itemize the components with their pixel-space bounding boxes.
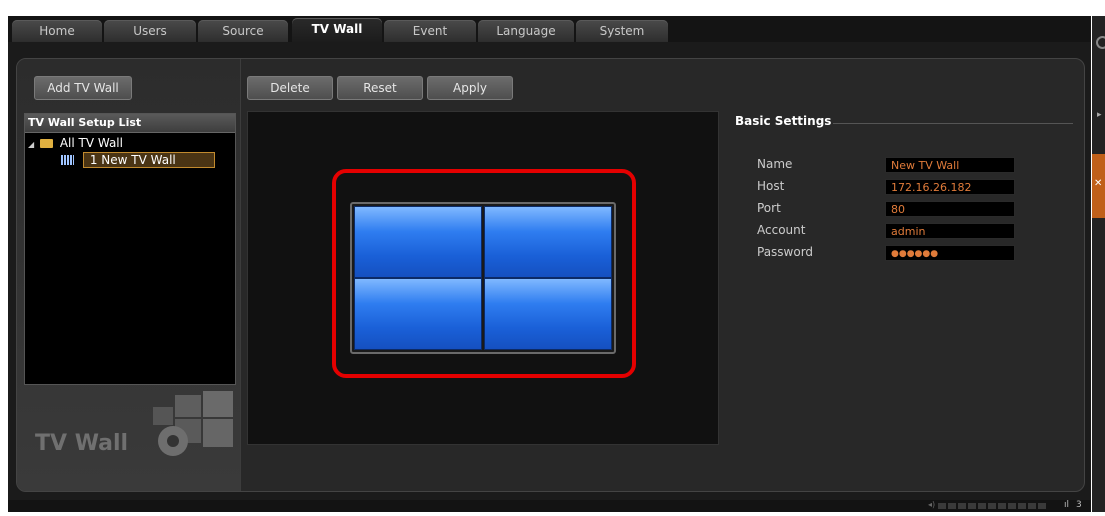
volume-icon: ◂)	[928, 500, 936, 509]
name-field[interactable]: New TV Wall	[885, 157, 1015, 173]
divider	[833, 123, 1073, 124]
tab-system[interactable]: System	[576, 20, 668, 42]
tv-wall-tree: TV Wall Setup List ◢ All TV Wall 1 New T…	[24, 113, 236, 385]
tree-item-label: 1 New TV Wall	[82, 152, 215, 168]
folder-icon	[39, 139, 53, 148]
tv-wall-logo: TV Wall	[35, 389, 235, 469]
level-meter	[938, 503, 1048, 509]
tree-header: TV Wall Setup List	[25, 114, 235, 133]
port-field[interactable]: 80	[885, 201, 1015, 217]
side-strip: ▸ ✕	[1092, 16, 1105, 512]
tab-home[interactable]: Home	[12, 20, 102, 42]
tools-tab[interactable]: ✕	[1092, 154, 1105, 218]
tab-source[interactable]: Source	[198, 20, 288, 42]
chevron-right-icon[interactable]: ▸	[1097, 110, 1102, 120]
tab-language[interactable]: Language	[478, 20, 574, 42]
left-column: Add TV Wall TV Wall Setup List ◢ All TV …	[17, 59, 241, 491]
tree-root-all-tv-wall[interactable]: ◢ All TV Wall	[28, 135, 123, 151]
windows-gear-logo-icon	[153, 391, 233, 456]
grid-icon	[61, 155, 74, 165]
signal-icon: ıl	[1064, 500, 1070, 510]
port-label: Port	[757, 201, 781, 215]
status-bar: ◂) ıl 3	[8, 500, 1091, 512]
delete-button[interactable]: Delete	[247, 76, 333, 100]
name-label: Name	[757, 157, 793, 171]
eye-icon[interactable]	[1096, 36, 1105, 49]
tv-wall-preview	[247, 111, 719, 445]
highlight-box	[332, 169, 636, 378]
host-field[interactable]: 172.16.26.182	[885, 179, 1015, 195]
wrench-icon: ✕	[1094, 178, 1103, 189]
tab-users[interactable]: Users	[104, 20, 196, 42]
host-label: Host	[757, 179, 785, 193]
tree-root-label: All TV Wall	[59, 136, 123, 150]
reset-button[interactable]: Reset	[337, 76, 423, 100]
password-label: Password	[757, 245, 814, 259]
expand-triangle-icon[interactable]: ◢	[28, 140, 34, 149]
settings-title: Basic Settings	[735, 114, 832, 128]
tree-item-new-tv-wall[interactable]: 1 New TV Wall	[61, 152, 215, 168]
account-field[interactable]: admin	[885, 223, 1015, 239]
logo-text: TV Wall	[35, 431, 129, 456]
main-panel: Add TV Wall TV Wall Setup List ◢ All TV …	[16, 58, 1085, 492]
tab-event[interactable]: Event	[384, 20, 476, 42]
status-count: 3	[1076, 500, 1082, 510]
tab-tv-wall[interactable]: TV Wall	[292, 18, 382, 42]
basic-settings: Basic Settings Name New TV Wall Host 172…	[733, 111, 1073, 311]
tab-bar: Home Users Source TV Wall Event Language…	[8, 16, 1091, 42]
apply-button[interactable]: Apply	[427, 76, 513, 100]
app-window: Home Users Source TV Wall Event Language…	[8, 16, 1091, 512]
account-label: Account	[757, 223, 806, 237]
add-tv-wall-button[interactable]: Add TV Wall	[34, 76, 132, 100]
password-field[interactable]: ●●●●●●	[885, 245, 1015, 261]
